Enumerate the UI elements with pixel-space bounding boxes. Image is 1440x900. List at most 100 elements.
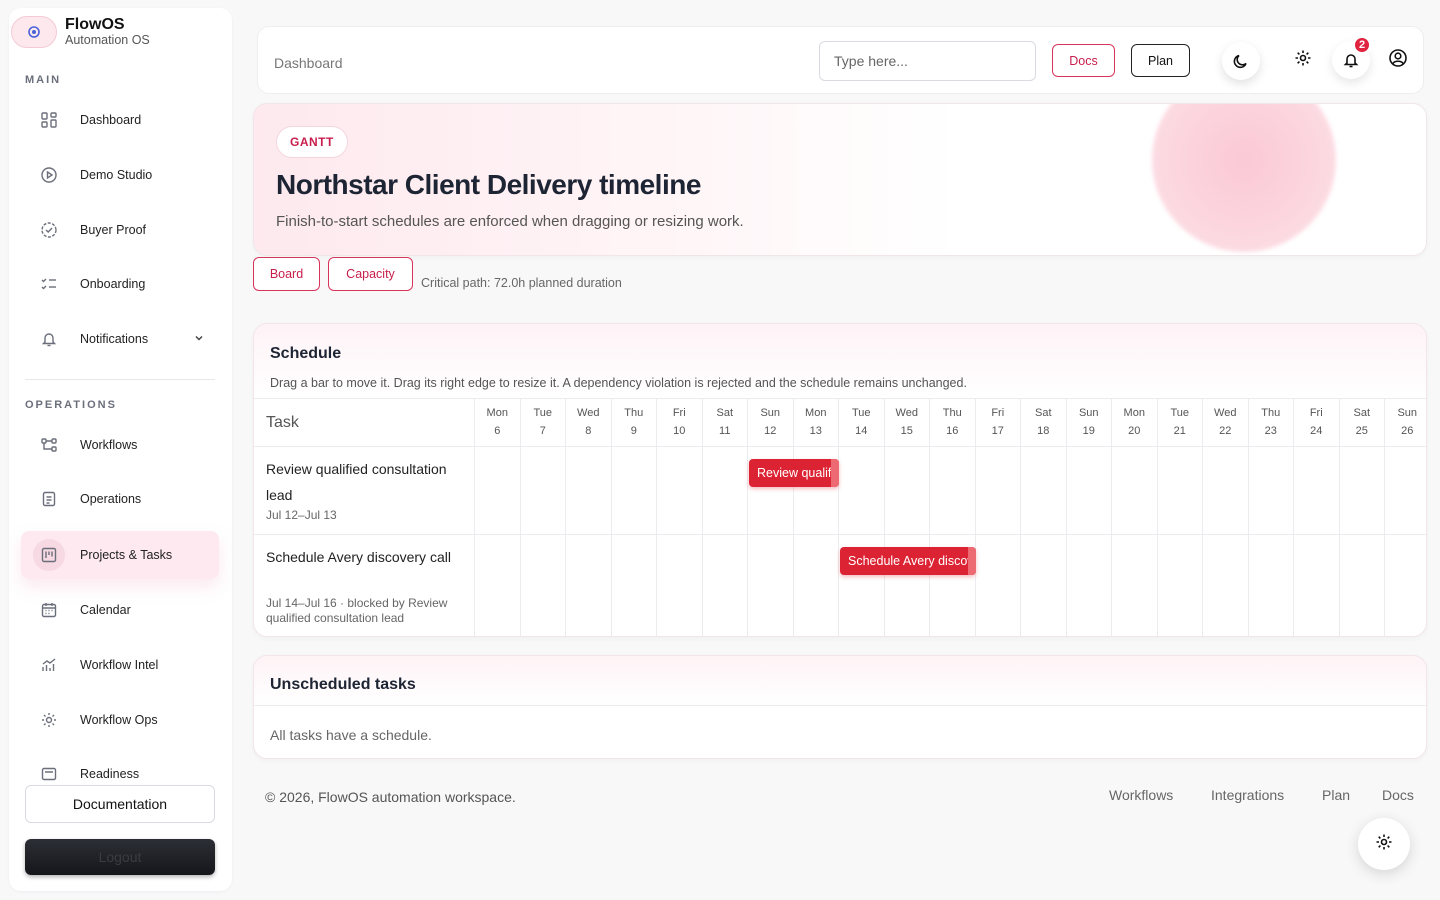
search-input[interactable] [819, 41, 1036, 81]
sidebar-item-calendar[interactable]: Calendar [21, 586, 219, 634]
sidebar-item-label: Buyer Proof [80, 223, 147, 237]
sidebar-item-label: Workflow Intel [80, 658, 159, 672]
top-bar: Dashboard Docs Plan 2 [257, 26, 1424, 94]
brand[interactable]: FlowOS Automation OS [11, 10, 150, 54]
day-column-header: Thu 23 [1247, 398, 1294, 636]
unscheduled-card: Unscheduled tasks All tasks have a sched… [253, 655, 1427, 759]
day-column-header: Sun 26 [1384, 398, 1426, 636]
unscheduled-title: Unscheduled tasks [270, 676, 416, 693]
day-of-week: Fri [1309, 407, 1323, 419]
day-of-week: Mon [805, 407, 827, 419]
user-icon[interactable] [1379, 39, 1417, 77]
section-label-operations: OPERATIONS [25, 399, 117, 411]
day-date: 8 [585, 425, 592, 437]
day-column-header: Thu 16 [929, 398, 975, 636]
unscheduled-header-bg [254, 656, 1426, 706]
sidebar-item-label: Operations [80, 492, 142, 506]
day-column-header: Fri 17 [974, 398, 1021, 636]
day-of-week: Thu [1261, 407, 1281, 419]
hero-tag: GANTT [276, 126, 348, 158]
settings-fab[interactable] [1358, 818, 1410, 870]
notification-badge: 2 [1353, 36, 1371, 54]
sidebar-item-notifications[interactable]: Notifications [21, 315, 219, 363]
day-date: 26 [1401, 425, 1414, 437]
day-column-header: Fri 10 [656, 398, 702, 636]
resize-handle[interactable] [967, 547, 976, 575]
sidebar: FlowOS Automation OS MAIN Dashboard Demo… [9, 8, 232, 891]
clipboard-icon [33, 483, 65, 515]
capacity-button[interactable]: Capacity [328, 257, 413, 291]
day-column-header: Fri 24 [1293, 398, 1339, 636]
moon-icon[interactable] [1222, 42, 1260, 80]
page-title: Northstar Client Delivery timeline [276, 169, 701, 200]
day-of-week: Fri [672, 407, 686, 419]
day-date: 10 [673, 425, 686, 437]
gantt-bar-label: Review qualified consultation lead [757, 466, 839, 480]
day-date: 24 [1310, 425, 1323, 437]
day-of-week: Sat [716, 407, 733, 419]
gantt-bar[interactable]: Review qualified consultation lead [749, 459, 839, 487]
hero-banner: GANTT Northstar Client Delivery timeline… [253, 103, 1427, 256]
sidebar-item-label: Calendar [80, 603, 131, 617]
day-date: 18 [1037, 425, 1050, 437]
day-column-header: Wed 15 [883, 398, 930, 636]
day-date: 13 [809, 425, 822, 437]
workflow-icon [33, 429, 65, 461]
sidebar-item-dashboard[interactable]: Dashboard [21, 96, 219, 144]
day-column-header: Tue 21 [1156, 398, 1203, 636]
footer-link-docs[interactable]: Docs [1382, 787, 1414, 803]
kanban-icon [33, 539, 65, 571]
footer-link-plan[interactable]: Plan [1322, 787, 1350, 803]
day-of-week: Sun [1078, 407, 1099, 419]
sidebar-item-onboarding[interactable]: Onboarding [21, 260, 219, 308]
sidebar-item-label: Dashboard [80, 113, 142, 127]
schedule-card: Schedule Drag a bar to move it. Drag its… [253, 323, 1427, 637]
sidebar-item-label: Projects & Tasks [80, 548, 173, 562]
logout-button[interactable]: Logout [25, 839, 215, 875]
day-column-header: Tue 14 [838, 398, 884, 636]
sidebar-item-projects-tasks[interactable]: Projects & Tasks [21, 531, 219, 579]
sidebar-item-workflows[interactable]: Workflows [21, 421, 219, 469]
logo-icon [11, 16, 57, 48]
critical-path-text: Critical path: 72.0h planned duration [421, 276, 622, 290]
day-date: 25 [1355, 425, 1368, 437]
day-of-week: Wed [1214, 407, 1237, 419]
board-button[interactable]: Board [253, 257, 320, 291]
day-date: 23 [1264, 425, 1277, 437]
bell-icon [33, 323, 65, 355]
chart-icon [33, 649, 65, 681]
day-column-header: Mon 6 [474, 398, 520, 636]
play-icon [33, 159, 65, 191]
sidebar-divider [25, 379, 215, 380]
section-label-main: MAIN [25, 74, 62, 86]
chevron-down-icon[interactable] [193, 331, 205, 349]
docs-button[interactable]: Docs [1052, 44, 1115, 77]
day-of-week: Mon [1123, 407, 1145, 419]
sidebar-item-demo-studio[interactable]: Demo Studio [21, 151, 219, 199]
schedule-description: Drag a bar to move it. Drag its right ed… [270, 376, 967, 390]
checklist-icon [33, 268, 65, 300]
breadcrumb[interactable]: Dashboard [274, 55, 343, 71]
day-column-header: Mon 13 [792, 398, 839, 636]
day-date: 22 [1219, 425, 1232, 437]
footer-link-workflows[interactable]: Workflows [1109, 787, 1173, 803]
documentation-button[interactable]: Documentation [25, 785, 215, 823]
day-date: 17 [991, 425, 1004, 437]
sidebar-item-operations[interactable]: Operations [21, 475, 219, 523]
sidebar-item-workflow-ops[interactable]: Workflow Ops [21, 696, 219, 744]
day-of-week: Thu [624, 407, 644, 419]
gantt-bar[interactable]: Schedule Avery discovery call [840, 547, 976, 575]
task-dates: Jul 14–Jul 16 · blocked by Review qualif… [266, 596, 448, 625]
page-subtitle: Finish-to-start schedules are enforced w… [276, 213, 744, 230]
day-of-week: Sat [1353, 407, 1370, 419]
footer-link-integrations[interactable]: Integrations [1211, 787, 1284, 803]
plan-button[interactable]: Plan [1131, 44, 1190, 77]
gear-icon [1375, 833, 1393, 856]
day-column-header: Sun 12 [747, 398, 793, 636]
resize-handle[interactable] [831, 459, 839, 487]
gantt-bar-label: Schedule Avery discovery call [848, 554, 976, 568]
sidebar-item-workflow-intel[interactable]: Workflow Intel [21, 641, 219, 689]
sidebar-item-buyer-proof[interactable]: Buyer Proof [21, 206, 219, 254]
sidebar-item-label: Onboarding [80, 277, 146, 291]
gear-icon[interactable] [1284, 39, 1322, 77]
